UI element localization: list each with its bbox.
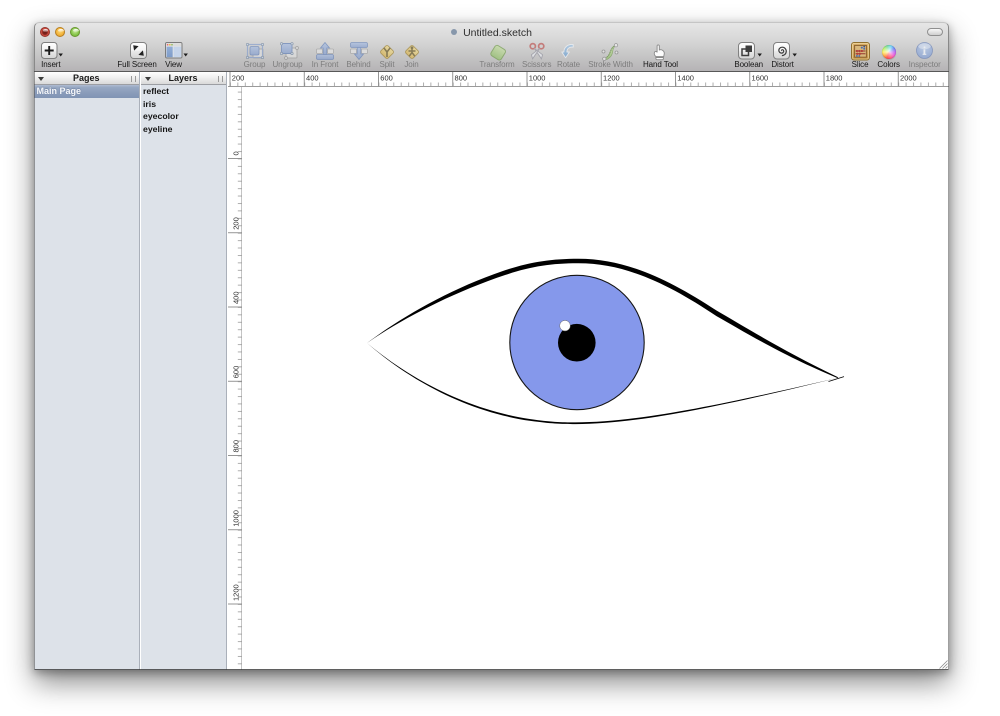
svg-text:1200: 1200 bbox=[603, 74, 620, 83]
svg-text:600: 600 bbox=[380, 74, 393, 83]
svg-text:800: 800 bbox=[454, 74, 467, 83]
svg-text:1400: 1400 bbox=[677, 74, 694, 83]
svg-text:400: 400 bbox=[306, 74, 319, 83]
svg-text:800: 800 bbox=[231, 440, 240, 453]
svg-text:1000: 1000 bbox=[231, 510, 240, 527]
svg-text:1800: 1800 bbox=[825, 74, 842, 83]
svg-text:1000: 1000 bbox=[528, 74, 545, 83]
svg-text:600: 600 bbox=[231, 366, 240, 379]
svg-text:1200: 1200 bbox=[231, 584, 240, 601]
svg-text:400: 400 bbox=[231, 291, 240, 304]
svg-text:0: 0 bbox=[231, 151, 240, 155]
svg-text:200: 200 bbox=[231, 74, 244, 83]
svg-text:2000: 2000 bbox=[900, 74, 917, 83]
svg-text:200: 200 bbox=[231, 217, 240, 230]
svg-text:1600: 1600 bbox=[751, 74, 768, 83]
